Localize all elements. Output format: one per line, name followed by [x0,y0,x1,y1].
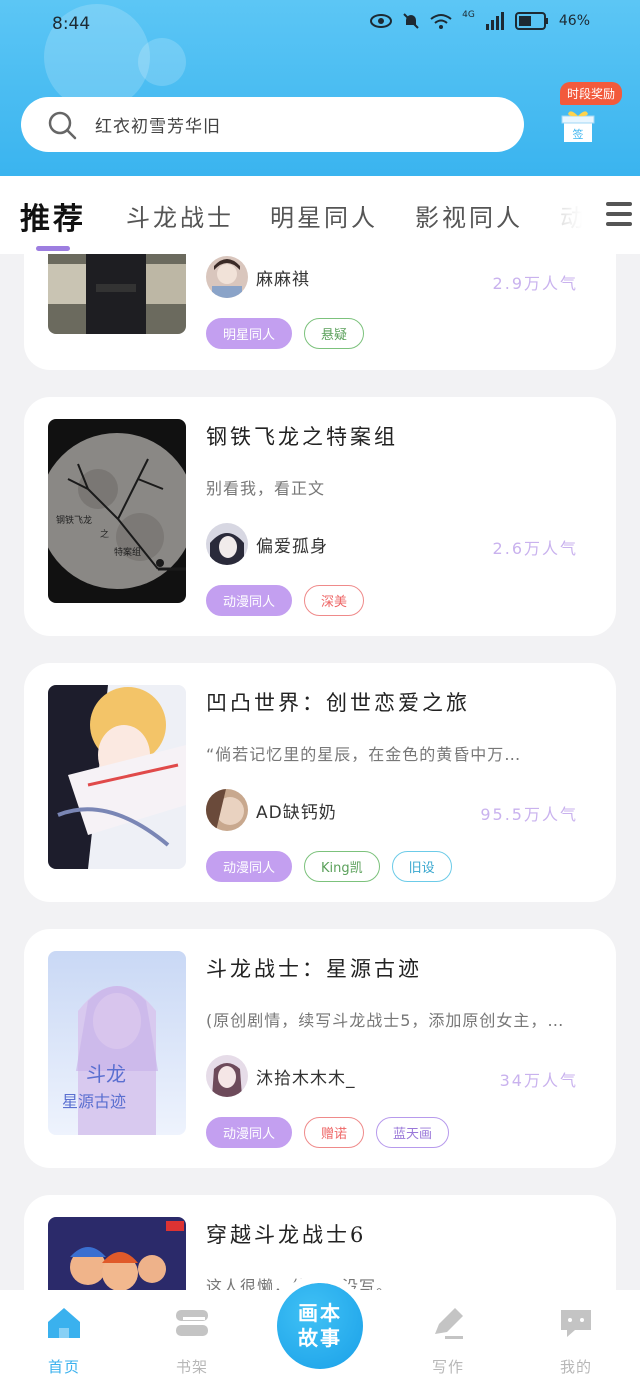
pen-icon [435,1308,463,1339]
story-card[interactable]: 钢铁飞龙 之 特案组 钢铁飞龙之特案组 别看我，看正文 偏爱孤身 2.6万人气 … [24,397,616,636]
tag[interactable]: 悬疑 [304,318,365,349]
tab-film-fanfic[interactable]: 影视同人 [415,198,523,233]
tag[interactable]: 蓝天画 [376,1117,450,1148]
tag[interactable]: 明星同人 [206,318,293,349]
wifi-icon [430,14,452,29]
tab-recommend[interactable]: 推荐 [20,194,86,238]
author-info[interactable]: 沐拾木木木_ [206,1055,356,1097]
author-avatar [206,256,248,298]
author-avatar [206,1055,248,1097]
nav-write[interactable]: 写作 [408,1304,488,1377]
tag-list: 动漫同人 King凯 旧设 [206,851,452,882]
cover-text: 星源古迹 [62,1092,126,1111]
story-cover [48,685,186,869]
story-title[interactable]: 斗龙战士：星源古迹 [206,953,422,983]
nav-label: 首页 [47,1358,80,1376]
story-cover: 斗龙 星源古迹 [48,951,186,1135]
tab-star-fanfic[interactable]: 明星同人 [270,198,378,233]
story-title[interactable]: 钢铁飞龙之特案组 [206,421,398,451]
author-name: 沐拾木木木_ [256,1068,356,1089]
author-info[interactable]: AD缺钙奶 [206,789,337,831]
popularity: 34万人气 [499,1071,578,1090]
nav-home[interactable]: 首页 [24,1304,104,1377]
cover-text: 斗龙 [86,1062,126,1086]
author-name: AD缺钙奶 [256,802,337,823]
bookshelf-icon [176,1310,208,1336]
tag[interactable]: 动漫同人 [206,851,293,882]
status-time: 8:44 [52,14,91,34]
cover-text: 特案组 [114,546,141,558]
tag[interactable]: 动漫同人 [206,585,293,616]
story-cover [48,1217,186,1290]
nav-mine[interactable]: 我的 [536,1304,616,1377]
center-button-line2: 故事 [298,1326,342,1350]
author-name: 麻麻祺 [256,269,310,290]
create-story-button[interactable]: 画本 故事 [277,1283,363,1369]
nav-label: 写作 [431,1358,464,1376]
tag[interactable]: 赠诺 [304,1117,365,1148]
center-button-line1: 画本 [298,1301,342,1325]
tag-list: 明星同人 悬疑 [206,318,365,349]
network-type: 4G [462,10,475,20]
story-title[interactable]: 凹凸世界：创世恋爱之旅 [206,687,470,717]
story-card[interactable]: 穿越斗龙战士6 这人很懒，什么都没写。 [24,1195,616,1290]
mute-bell-icon [403,13,419,29]
author-name: 偏爱孤身 [256,536,328,557]
author-info[interactable]: 偏爱孤身 [206,523,328,565]
story-description: “倘若记忆里的星辰，在金色的黄昏中万… [206,745,522,764]
story-description: 这人很懒，什么都没写。 [206,1277,394,1290]
story-description: (原创剧情，续写斗龙战士5，添加原创女主，… [206,1011,565,1030]
story-cover [48,254,186,334]
tag[interactable]: 旧设 [391,851,452,882]
tag-list: 动漫同人 赠诺 蓝天画 [206,1117,450,1148]
tag[interactable]: 动漫同人 [206,1117,293,1148]
author-info[interactable]: 麻麻祺 [206,256,310,298]
chat-icon [561,1310,591,1337]
nav-label: 我的 [559,1358,592,1376]
signal-icon [485,12,504,30]
author-avatar [206,523,248,565]
battery-level: 46% [558,13,590,29]
story-cover: 钢铁飞龙 之 特案组 [48,419,186,603]
popularity: 95.5万人气 [480,805,578,824]
story-description: 别看我，看正文 [206,479,326,498]
cover-text: 钢铁飞龙 [56,514,92,526]
cover-text: 之 [100,528,109,540]
search-placeholder: 红衣初雪芳华旧 [95,117,221,137]
story-card[interactable]: 斗龙 星源古迹 斗龙战士：星源古迹 (原创剧情，续写斗龙战士5，添加原创女主，…… [24,929,616,1168]
search-icon [48,111,77,139]
popularity: 2.9万人气 [492,274,578,293]
menu-icon[interactable] [606,200,632,228]
nav-label: 书架 [175,1358,208,1376]
gift-text: 签 [573,127,584,141]
battery-icon [514,12,548,30]
author-avatar [206,789,248,831]
story-card[interactable]: 凹凸世界：创世恋爱之旅 “倘若记忆里的星辰，在金色的黄昏中万… AD缺钙奶 95… [24,663,616,902]
gift-icon: 签 [561,111,595,142]
home-icon [48,1308,80,1338]
nav-bookshelf[interactable]: 书架 [152,1304,232,1377]
story-list: 麻麻祺 2.9万人气 明星同人 悬疑 钢铁飞龙 之 特案组 钢铁飞龙之特案组 别 [0,254,640,1290]
category-tabs: 推荐 斗龙战士 明星同人 影视同人 动漫 [0,176,640,254]
search-bar[interactable]: 红衣初雪芳华旧 [21,97,524,152]
header: 8:44 4G 46% 红衣初雪芳华旧 时段奖励 签 [0,0,640,176]
tab-doulong[interactable]: 斗龙战士 [126,198,234,233]
tag[interactable]: 深美 [304,585,365,616]
story-card[interactable]: 麻麻祺 2.9万人气 明星同人 悬疑 [24,254,616,370]
status-bar: 8:44 4G 46% [0,0,640,50]
eye-icon [370,14,393,28]
tag-list: 动漫同人 深美 [206,585,365,616]
tag[interactable]: King凯 [304,851,380,882]
reward-label: 时段奖励 [560,82,623,105]
active-tab-indicator [36,246,70,251]
popularity: 2.6万人气 [492,539,578,558]
reward-button[interactable]: 时段奖励 签 [554,82,626,152]
story-title[interactable]: 穿越斗龙战士6 [206,1219,366,1249]
